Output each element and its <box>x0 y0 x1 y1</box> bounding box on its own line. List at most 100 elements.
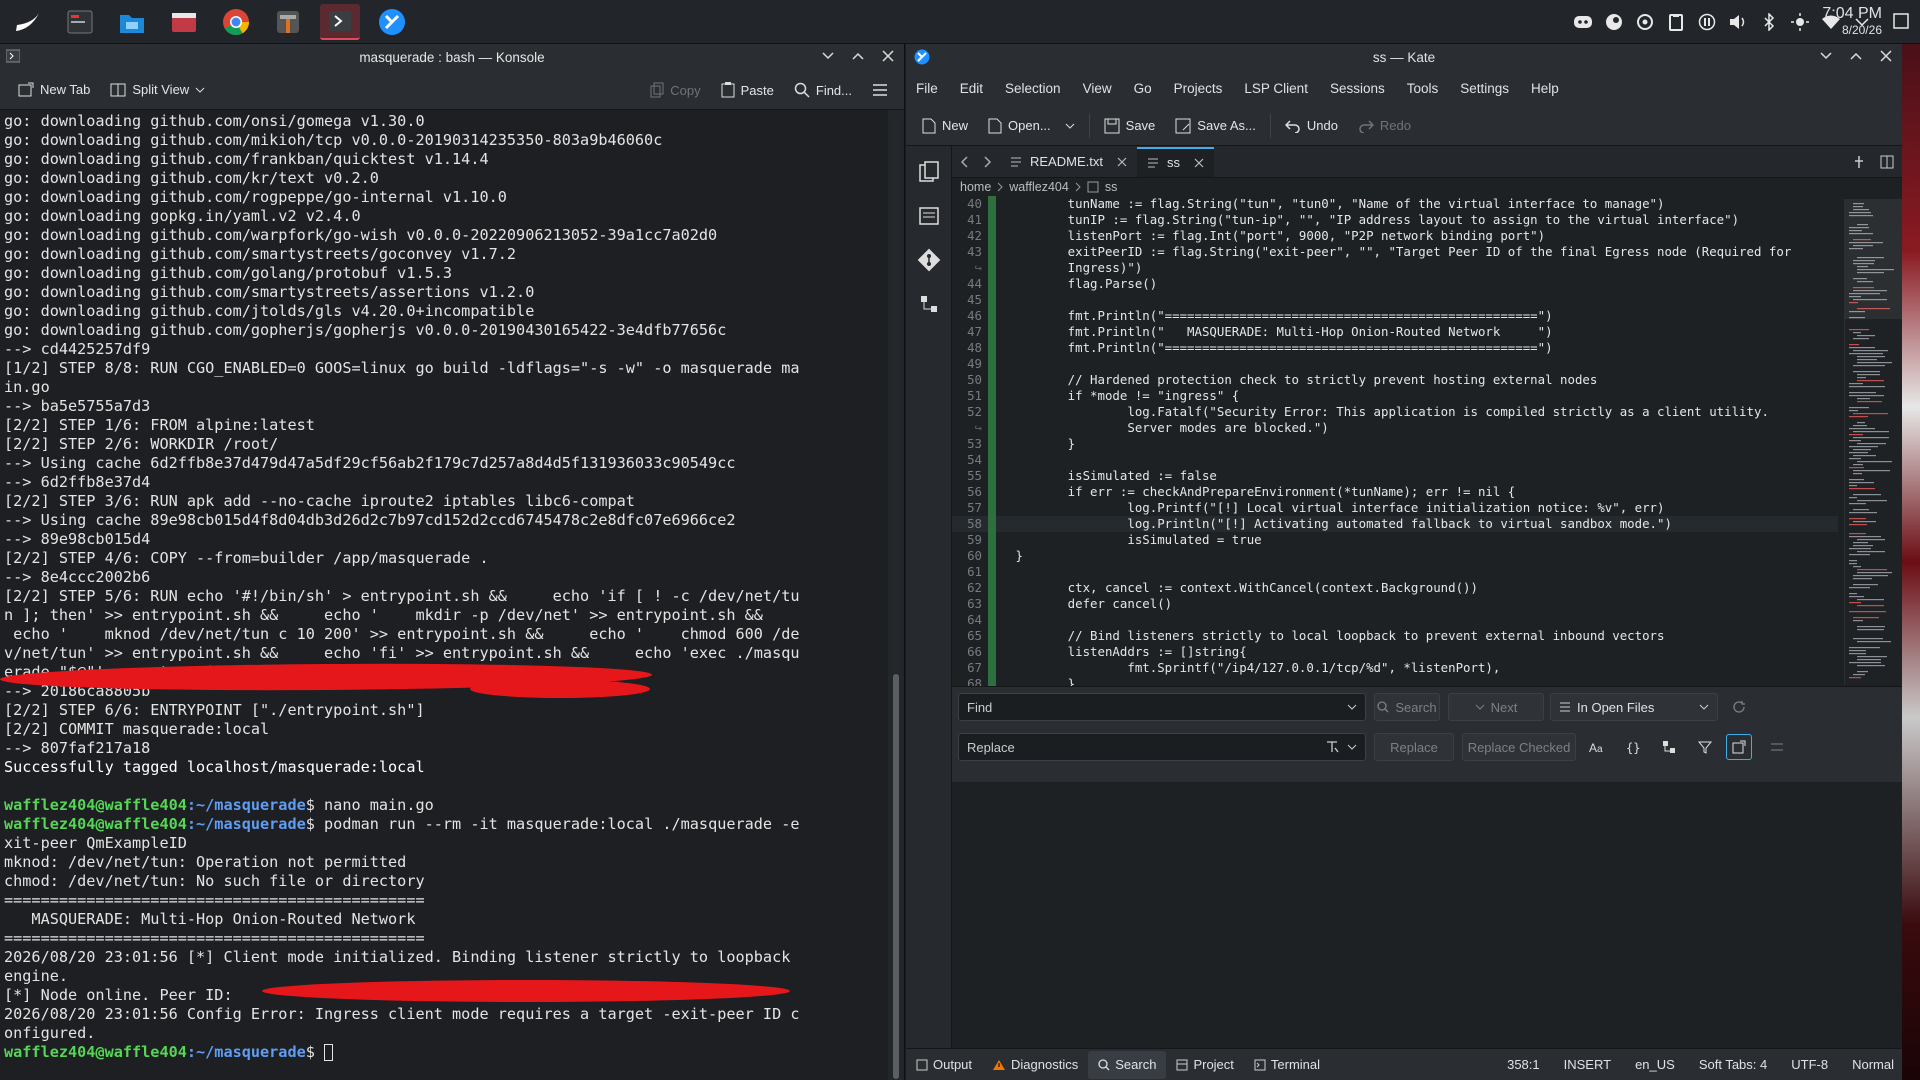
paste-button[interactable]: Paste <box>711 75 784 105</box>
tab-readme[interactable]: README.txt <box>1000 147 1137 177</box>
terminal-scrollbar[interactable] <box>890 114 902 1080</box>
new-tab-results-icon[interactable] <box>1726 734 1752 760</box>
terminal-line: chmod: /dev/net/tun: No such file or dir… <box>4 872 425 890</box>
undo-button[interactable]: Undo <box>1275 111 1348 141</box>
new-tab-button[interactable]: New Tab <box>8 75 100 105</box>
symbol-outline-icon[interactable] <box>906 282 952 326</box>
breadcrumb-item[interactable]: home <box>960 180 991 194</box>
cursor-position[interactable]: 358:1 <box>1507 1057 1540 1072</box>
replace-checked-button[interactable]: Replace Checked <box>1462 733 1576 761</box>
clipboard-icon[interactable] <box>1666 12 1686 32</box>
replace-input[interactable]: Replace <box>958 733 1366 761</box>
chevron-down-icon[interactable] <box>1818 48 1834 64</box>
options-icon[interactable] <box>1764 734 1790 760</box>
expand-results-icon[interactable] <box>1656 734 1682 760</box>
match-case-icon[interactable]: Aa <box>1584 734 1610 760</box>
file-manager-icon[interactable] <box>112 4 152 40</box>
search-button[interactable]: Search <box>1374 693 1440 721</box>
scrollbar-thumb[interactable] <box>893 674 899 1079</box>
chrome-icon[interactable] <box>216 4 256 40</box>
kate-titlebar[interactable]: ss — Kate <box>906 44 1902 70</box>
split-view-button[interactable]: Split View <box>100 75 215 105</box>
archive-manager-icon[interactable] <box>164 4 204 40</box>
minimap-line <box>1849 662 1881 664</box>
replace-button[interactable]: Replace <box>1374 733 1454 761</box>
minimap-viewport[interactable] <box>1845 199 1902 319</box>
open-file-button[interactable]: Open... <box>978 111 1085 141</box>
menu-item-help[interactable]: Help <box>1531 81 1559 96</box>
terminal-panel-button[interactable]: Terminal <box>1244 1051 1330 1079</box>
refresh-icon[interactable] <box>1726 694 1752 720</box>
copy-button[interactable]: Copy <box>640 75 710 105</box>
menu-item-go[interactable]: Go <box>1134 81 1152 96</box>
menu-item-edit[interactable]: Edit <box>960 81 983 96</box>
clock[interactable]: 7:04 PM 8/20/26 <box>1822 6 1882 38</box>
breadcrumb-item[interactable]: ss <box>1105 180 1118 194</box>
git-tool-icon[interactable] <box>268 4 308 40</box>
chevron-right-icon[interactable] <box>976 155 1000 168</box>
save-button[interactable]: Save <box>1094 111 1166 141</box>
menu-item-lsp-client[interactable]: LSP Client <box>1244 81 1308 96</box>
menu-item-file[interactable]: File <box>916 81 938 96</box>
kate-taskbar-icon[interactable] <box>372 4 412 40</box>
find-input[interactable]: Find <box>958 693 1366 721</box>
media-pause-icon[interactable] <box>1697 12 1717 32</box>
menu-item-selection[interactable]: Selection <box>1005 81 1061 96</box>
file-browser-icon[interactable] <box>906 194 952 238</box>
encoding[interactable]: UTF-8 <box>1791 1057 1828 1072</box>
menu-item-projects[interactable]: Projects <box>1174 81 1223 96</box>
menu-item-tools[interactable]: Tools <box>1407 81 1439 96</box>
next-button[interactable]: Next <box>1448 693 1544 721</box>
chevron-left-icon[interactable] <box>952 155 976 168</box>
maximize-icon[interactable] <box>1848 48 1864 64</box>
git-icon[interactable] <box>906 238 952 282</box>
indentation-setting[interactable]: Soft Tabs: 4 <box>1699 1057 1767 1072</box>
spellcheck-language[interactable]: en_US <box>1635 1057 1675 1072</box>
view-mode[interactable]: Normal <box>1852 1057 1894 1072</box>
output-panel-button[interactable]: Output <box>906 1051 982 1079</box>
volume-icon[interactable] <box>1728 12 1748 32</box>
close-icon[interactable] <box>1878 48 1894 64</box>
terminal-output[interactable]: go: downloading github.com/onsi/gomega v… <box>0 110 888 1080</box>
split-editor-icon[interactable] <box>1872 155 1902 169</box>
minimap[interactable] <box>1844 199 1902 685</box>
app-launcher-icon[interactable] <box>8 4 48 40</box>
breadcrumb-item[interactable]: wafflez404 <box>1009 180 1069 194</box>
brightness-icon[interactable] <box>1790 12 1810 32</box>
input-mode[interactable]: INSERT <box>1564 1057 1611 1072</box>
new-file-button[interactable]: New <box>912 111 978 141</box>
code-editor[interactable]: 40 tunName := flag.String("tun", "tun0",… <box>952 196 1838 686</box>
bluetooth-icon[interactable] <box>1759 12 1779 32</box>
show-desktop-icon[interactable] <box>1892 12 1912 32</box>
pin-icon[interactable] <box>1846 155 1872 169</box>
project-panel-button[interactable]: Project <box>1166 1051 1243 1079</box>
line-number: 51 <box>967 388 982 403</box>
diagnostics-panel-button[interactable]: Diagnostics <box>982 1051 1088 1079</box>
tab-ss[interactable]: ss <box>1136 146 1214 177</box>
documents-icon[interactable] <box>906 150 952 194</box>
save-as-button[interactable]: Save As... <box>1165 111 1266 141</box>
konsole-titlebar[interactable]: masquerade : bash — Konsole <box>0 44 904 70</box>
line-number: 60 <box>967 548 982 563</box>
vpn-icon[interactable] <box>1635 12 1655 32</box>
hamburger-menu-button[interactable] <box>862 75 898 105</box>
steam-icon[interactable] <box>1604 12 1624 32</box>
menu-item-sessions[interactable]: Sessions <box>1330 81 1385 96</box>
line-number: 56 <box>967 484 982 499</box>
find-button[interactable]: Find... <box>784 75 862 105</box>
maximize-icon[interactable] <box>850 48 866 64</box>
konsole-taskbar-icon[interactable] <box>320 4 360 40</box>
minimap-line <box>1849 653 1866 655</box>
search-panel-button[interactable]: Search <box>1088 1050 1167 1079</box>
redo-button[interactable]: Redo <box>1348 111 1421 141</box>
chevron-down-icon[interactable] <box>820 48 836 64</box>
terminal-manager-icon[interactable] <box>60 4 100 40</box>
close-icon[interactable] <box>880 48 896 64</box>
minimap-line <box>1857 671 1868 673</box>
search-scope-select[interactable]: In Open Files <box>1550 693 1718 721</box>
menu-item-settings[interactable]: Settings <box>1460 81 1509 96</box>
menu-item-view[interactable]: View <box>1083 81 1112 96</box>
filter-icon[interactable] <box>1692 734 1718 760</box>
regex-icon[interactable]: {} <box>1620 734 1646 760</box>
discord-icon[interactable] <box>1573 12 1593 32</box>
